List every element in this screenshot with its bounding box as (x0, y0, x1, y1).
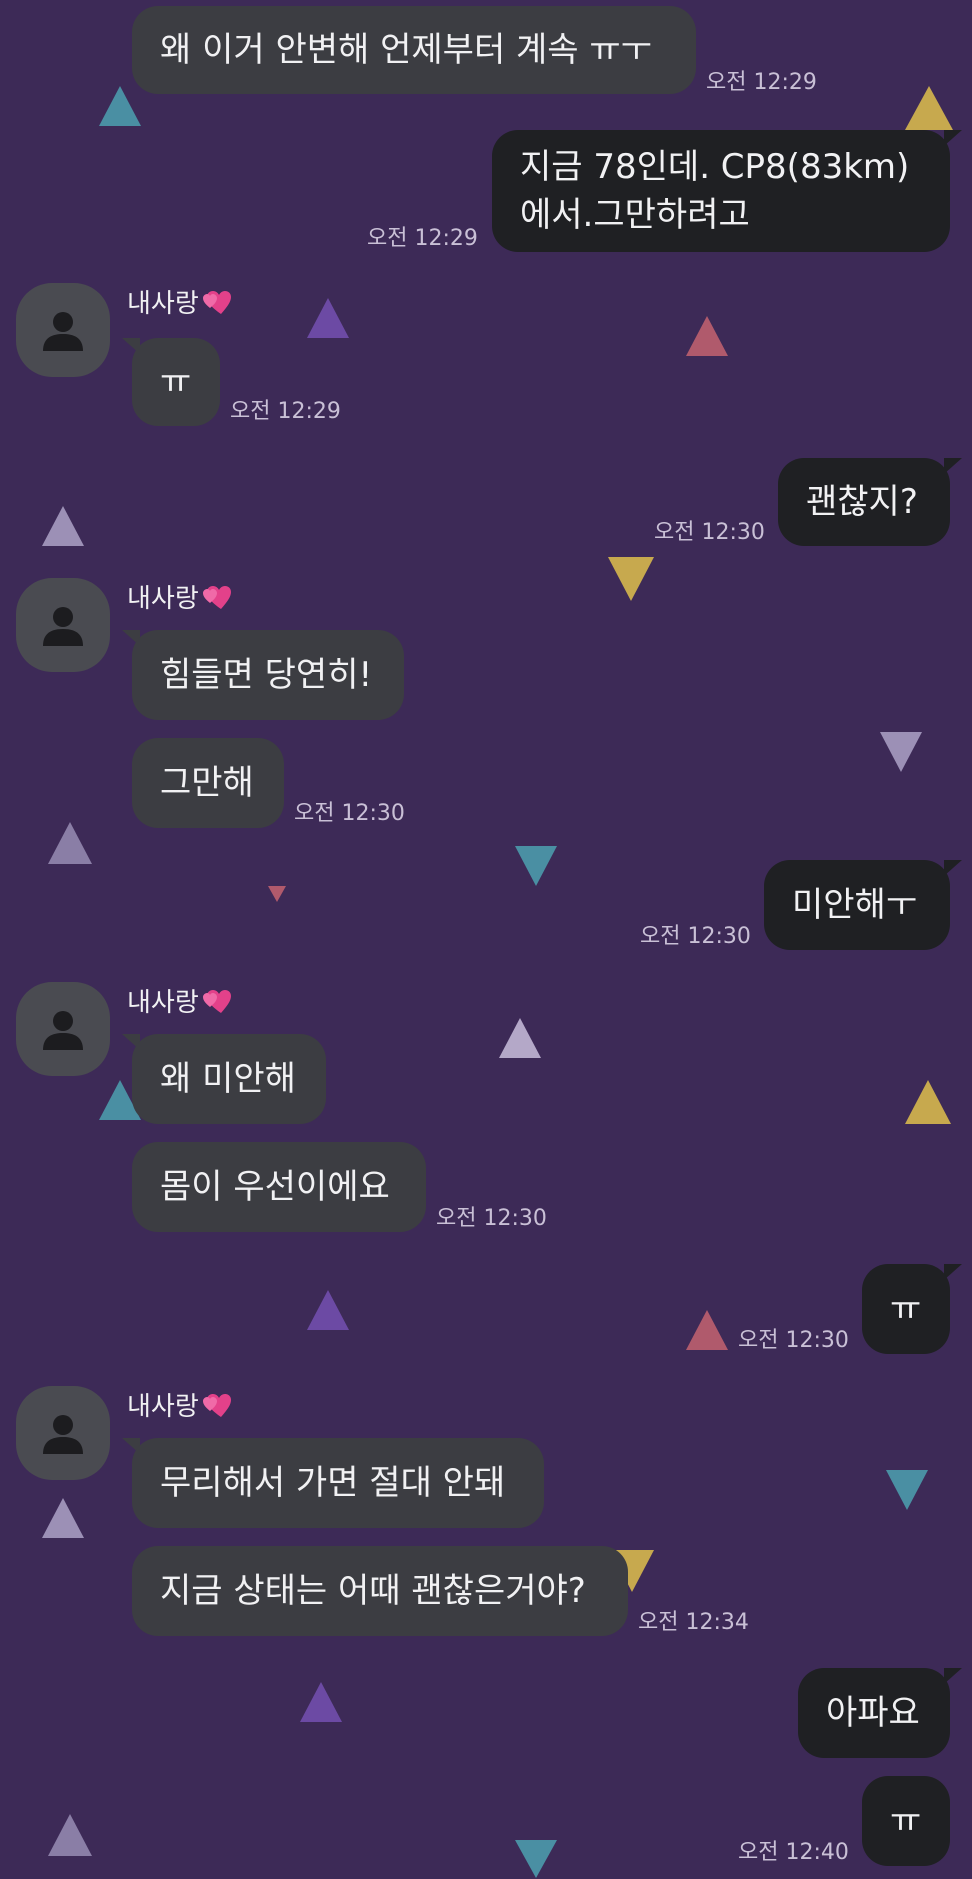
message-text: 에서.그만하려고 (520, 195, 750, 235)
message-bubble[interactable]: 무리해서 가면 절대 안돼 (132, 1438, 544, 1528)
wallpaper-triangle (48, 822, 92, 864)
chat-background[interactable]: 왜 이거 안변해 언제부터 계속 ㅠㅜ 오전 12:29 지금 78인데. CP… (0, 0, 972, 1879)
message-bubble[interactable]: 지금 상태는 어때 괜찮은거야? (132, 1546, 628, 1636)
message-bubble[interactable]: ㅠ (862, 1264, 950, 1354)
message-text: 왜 이거 안변해 언제부터 계속 ㅠㅜ (160, 30, 652, 70)
wallpaper-triangle (99, 86, 141, 126)
message-text: 괜찮지? (806, 482, 918, 522)
sender-name: 내사랑 (127, 1391, 235, 1423)
message-bubble[interactable]: 지금 78인데. CP8(83km) 에서.그만하려고 (492, 130, 950, 252)
message-timestamp: 오전 12:30 (654, 520, 765, 545)
message-text: 무리해서 가면 절대 안돼 (160, 1463, 506, 1503)
two-hearts-icon (201, 583, 235, 611)
default-person-icon (43, 1415, 83, 1454)
two-hearts-icon (201, 1391, 235, 1419)
sender-name-text: 내사랑 (127, 1392, 199, 1422)
message-bubble[interactable]: 아파요 (798, 1668, 950, 1758)
message-bubble[interactable]: ㅠ (862, 1776, 950, 1866)
message-timestamp: 오전 12:30 (436, 1206, 547, 1231)
message-timestamp: 오전 12:30 (294, 801, 405, 826)
default-person-icon (43, 312, 83, 351)
message-bubble[interactable]: 왜 이거 안변해 언제부터 계속 ㅠㅜ (132, 6, 696, 94)
wallpaper-triangle (515, 846, 557, 886)
sender-name-text: 내사랑 (127, 289, 199, 319)
message-text: ㅠ (890, 1801, 922, 1841)
wallpaper-triangle (886, 1470, 928, 1510)
avatar[interactable] (16, 283, 110, 377)
message-timestamp: 오전 12:34 (638, 1610, 749, 1635)
sender-name-text: 내사랑 (127, 988, 199, 1018)
sender-name-text: 내사랑 (127, 584, 199, 614)
default-person-icon (43, 1011, 83, 1050)
sender-name: 내사랑 (127, 288, 235, 320)
wallpaper-triangle (905, 1080, 951, 1124)
wallpaper-triangle (686, 1310, 728, 1350)
message-timestamp: 오전 12:29 (230, 399, 341, 424)
message-timestamp: 오전 12:40 (738, 1840, 849, 1865)
two-hearts-icon (201, 987, 235, 1015)
message-text: 몸이 우선이에요 (160, 1167, 390, 1207)
wallpaper-triangle (905, 86, 953, 130)
message-bubble[interactable]: 그만해 (132, 738, 284, 828)
wallpaper-triangle (307, 298, 349, 338)
wallpaper-triangle (48, 1814, 92, 1856)
message-bubble[interactable]: 왜 미안해 (132, 1034, 326, 1124)
wallpaper-triangle (686, 316, 728, 356)
message-text: 그만해 (160, 763, 254, 803)
message-timestamp: 오전 12:29 (367, 226, 478, 251)
message-timestamp: 오전 12:30 (738, 1328, 849, 1353)
message-timestamp: 오전 12:30 (640, 924, 751, 949)
message-text: 지금 상태는 어때 괜찮은거야? (160, 1571, 586, 1611)
message-text: 왜 미안해 (160, 1059, 296, 1099)
message-timestamp: 오전 12:29 (706, 70, 817, 95)
wallpaper-triangle (515, 1840, 557, 1878)
two-hearts-icon (201, 288, 235, 316)
wallpaper-triangle (880, 732, 922, 772)
message-bubble[interactable]: 괜찮지? (778, 458, 950, 546)
wallpaper-triangle (307, 1290, 349, 1330)
wallpaper-triangle (268, 886, 286, 902)
wallpaper-triangle (42, 1498, 84, 1538)
default-person-icon (43, 607, 83, 646)
message-bubble[interactable]: 미안해ㅜ (764, 860, 950, 950)
avatar[interactable] (16, 982, 110, 1076)
message-text: 미안해ㅜ (792, 885, 918, 925)
message-text: 지금 78인데. CP8(83km) (520, 147, 910, 187)
message-bubble[interactable]: ㅠ (132, 338, 220, 426)
message-bubble[interactable]: 힘들면 당연히! (132, 630, 404, 720)
message-text: 힘들면 당연히! (160, 655, 373, 695)
message-bubble[interactable]: 몸이 우선이에요 (132, 1142, 426, 1232)
sender-name: 내사랑 (127, 583, 235, 615)
avatar[interactable] (16, 578, 110, 672)
message-text: ㅠ (890, 1289, 922, 1329)
sender-name: 내사랑 (127, 987, 235, 1019)
wallpaper-triangle (499, 1018, 541, 1058)
avatar[interactable] (16, 1386, 110, 1480)
wallpaper-triangle (42, 506, 84, 546)
message-text: ㅠ (160, 362, 192, 402)
wallpaper-triangle (608, 557, 654, 601)
wallpaper-triangle (300, 1682, 342, 1722)
message-text: 아파요 (826, 1693, 920, 1733)
